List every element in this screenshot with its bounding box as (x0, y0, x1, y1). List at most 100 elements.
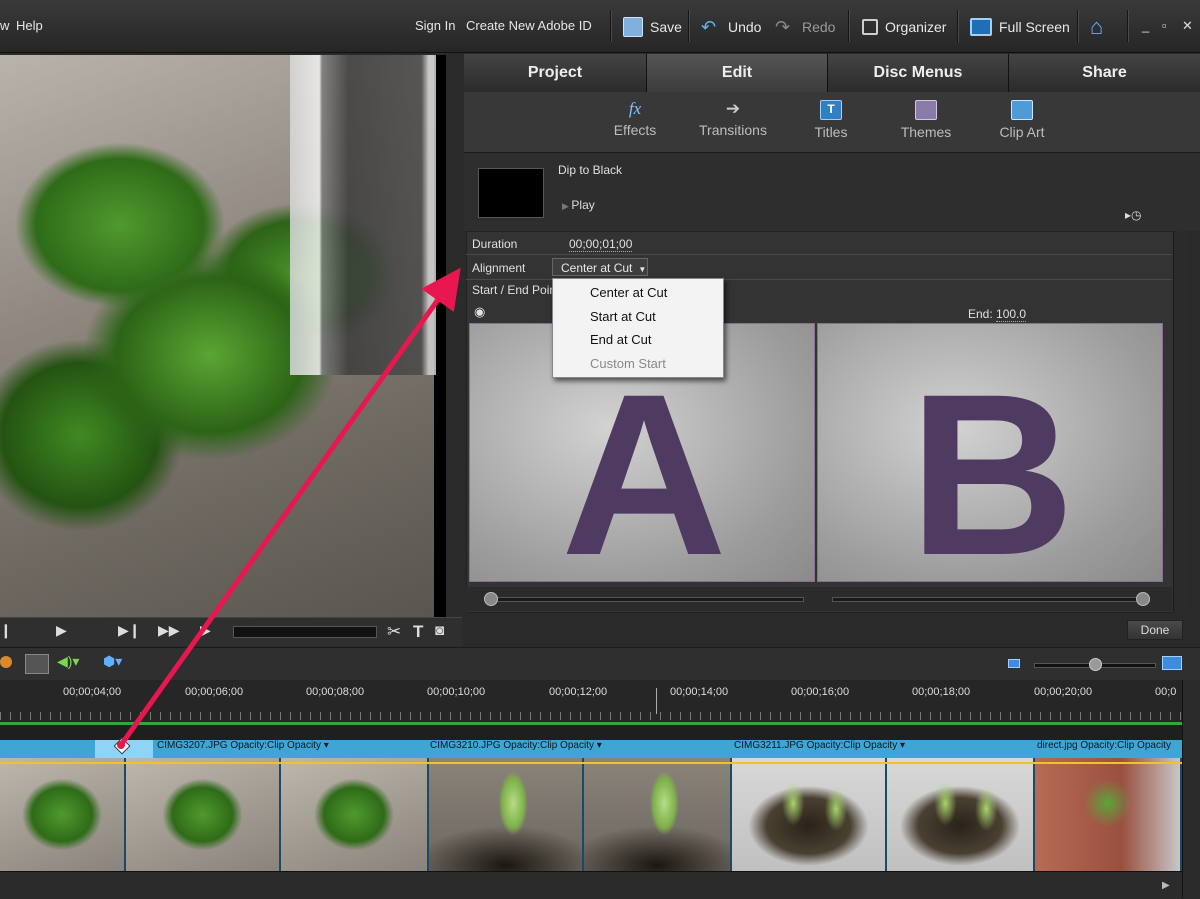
clip-frame[interactable] (429, 758, 584, 871)
camera-icon[interactable]: ◙ (435, 622, 444, 639)
clip-frame[interactable] (0, 758, 126, 871)
full-screen-icon (970, 18, 992, 36)
row-divider (466, 254, 1172, 255)
step-forward-icon[interactable]: ▶❙ (118, 622, 141, 639)
end-point-readout: End: 100.0 (968, 307, 1027, 322)
show-timeline-icon[interactable]: ▸◷ (1125, 208, 1142, 222)
play-icon[interactable]: ▶ (56, 622, 67, 639)
close-button[interactable]: ✕ (1182, 18, 1193, 34)
panel-splitter[interactable] (446, 55, 464, 645)
play-triangle-icon: ▶ (562, 201, 572, 211)
themes-label: Themes (900, 124, 952, 140)
end-slider-handle[interactable] (1136, 592, 1150, 606)
jog-scrubber[interactable] (233, 626, 377, 638)
fast-forward-icon[interactable]: ▶▶ (158, 622, 180, 639)
organizer-button[interactable]: Organizer (862, 14, 946, 40)
timeline-toolbar (0, 647, 1200, 680)
alignment-select[interactable]: Center at Cut ▼ (552, 258, 648, 276)
zoom-out-icon[interactable] (1008, 659, 1020, 668)
option-center-at-cut[interactable]: Center at Cut (590, 285, 667, 300)
clip-frame[interactable] (732, 758, 887, 871)
end-slider-track[interactable] (832, 597, 1150, 602)
minimize-button[interactable]: _ (1142, 18, 1149, 33)
clip-frame[interactable] (126, 758, 281, 871)
redo-icon: ↷ (775, 17, 791, 37)
clip-label[interactable]: CIMG3211.JPG Opacity:Clip Opacity ▾ (734, 740, 905, 751)
timeline-vscrollbar[interactable] (1182, 680, 1200, 898)
home-button[interactable]: ⌂ (1090, 14, 1103, 40)
scroll-right-icon[interactable]: ▶ (1162, 880, 1170, 891)
end-value[interactable]: 100.0 (996, 307, 1027, 322)
track-gap (0, 725, 1182, 740)
monitor-preview (0, 55, 446, 617)
undo-label: Undo (728, 19, 762, 35)
audio-mixer-icon[interactable]: ◀)▾ (57, 653, 79, 670)
opacity-rubberband[interactable] (0, 762, 1182, 764)
clip-label[interactable]: CIMG3207.JPG Opacity:Clip Opacity ▾ (157, 740, 329, 751)
undo-button[interactable]: ↶ Undo (701, 14, 761, 40)
play-label: Play (571, 198, 595, 212)
clip-label[interactable]: CIMG3210.JPG Opacity:Clip Opacity ▾ (430, 740, 602, 751)
clip-frame[interactable] (1035, 758, 1182, 871)
redo-label: Redo (802, 19, 836, 35)
save-button[interactable]: Save (623, 14, 682, 40)
prev-edit-icon[interactable]: ❙ (0, 622, 12, 639)
start-slider-handle[interactable] (484, 592, 498, 606)
text-tool-icon[interactable]: T (413, 622, 423, 642)
option-start-at-cut[interactable]: Start at Cut (590, 309, 656, 324)
clip-frame[interactable] (584, 758, 732, 871)
duration-value[interactable]: 00;00;01;00 (569, 237, 633, 252)
ruler-tick: 00;0 (1155, 686, 1177, 698)
create-adobe-id-link[interactable]: Create New Adobe ID (466, 18, 592, 33)
split-clip-icon[interactable]: ✂ (387, 622, 401, 642)
tab-edit[interactable]: Edit (647, 54, 828, 92)
eye-icon[interactable]: ◉ (474, 304, 485, 320)
next-edit-icon[interactable]: ▶ (200, 622, 211, 639)
save-label: Save (650, 19, 682, 35)
menu-help[interactable]: Help (16, 18, 43, 33)
toolbar-divider (957, 10, 959, 42)
timeline-hscrollbar[interactable] (0, 871, 1182, 899)
effects-label: Effects (613, 122, 657, 138)
sign-in-link[interactable]: Sign In (415, 18, 455, 33)
tab-share[interactable]: Share (1009, 54, 1200, 92)
transition-thumbnail (478, 168, 544, 218)
done-button[interactable]: Done (1127, 620, 1183, 640)
option-end-at-cut[interactable]: End at Cut (590, 332, 651, 347)
transitions-button[interactable]: ➔ Transitions (688, 96, 778, 139)
clip-name: direct.jpg (1037, 740, 1078, 751)
toolbar-divider (1077, 10, 1079, 42)
save-icon (623, 17, 643, 37)
clip-label[interactable]: direct.jpg Opacity:Clip Opacity (1037, 740, 1171, 751)
tab-disc-menus[interactable]: Disc Menus (828, 54, 1009, 92)
clip-art-button[interactable]: Clip Art (977, 96, 1067, 140)
narration-list-icon[interactable] (25, 654, 49, 674)
clip-art-label: Clip Art (999, 124, 1045, 140)
start-slider-track[interactable] (486, 597, 804, 602)
ruler-tick: 00;00;20;00 (1034, 686, 1093, 698)
toolbar-divider (610, 10, 612, 42)
clip-effect: Opacity:Clip Opacity (1080, 740, 1171, 751)
organizer-label: Organizer (885, 19, 947, 35)
themes-button[interactable]: Themes (881, 96, 971, 140)
titles-button[interactable]: T Titles (786, 96, 876, 140)
marker-icon[interactable] (0, 656, 12, 668)
effects-button[interactable]: fx Effects (590, 96, 680, 139)
clip-effect: Opacity:Clip Opacity ▾ (806, 740, 906, 751)
zoom-slider-handle[interactable] (1089, 658, 1102, 671)
menu-marker-icon[interactable]: ⬢▾ (103, 653, 122, 670)
letter-b: B (908, 346, 1075, 582)
menu-view[interactable]: w (0, 18, 9, 33)
clip-frame[interactable] (281, 758, 429, 871)
maximize-button[interactable]: ▫ (1162, 18, 1167, 33)
clip-name: CIMG3207.JPG (157, 740, 228, 751)
playhead-line[interactable] (656, 688, 657, 714)
zoom-in-icon[interactable] (1162, 656, 1182, 670)
clip-frame[interactable] (887, 758, 1035, 871)
play-preview-button[interactable]: ▶ Play (562, 198, 595, 212)
tab-project[interactable]: Project (464, 54, 647, 92)
preview-window-detail (290, 55, 436, 375)
redo-button[interactable]: ↷ Redo (775, 14, 835, 40)
full-screen-button[interactable]: Full Screen (970, 14, 1070, 40)
properties-scrollbar[interactable] (1173, 231, 1188, 611)
